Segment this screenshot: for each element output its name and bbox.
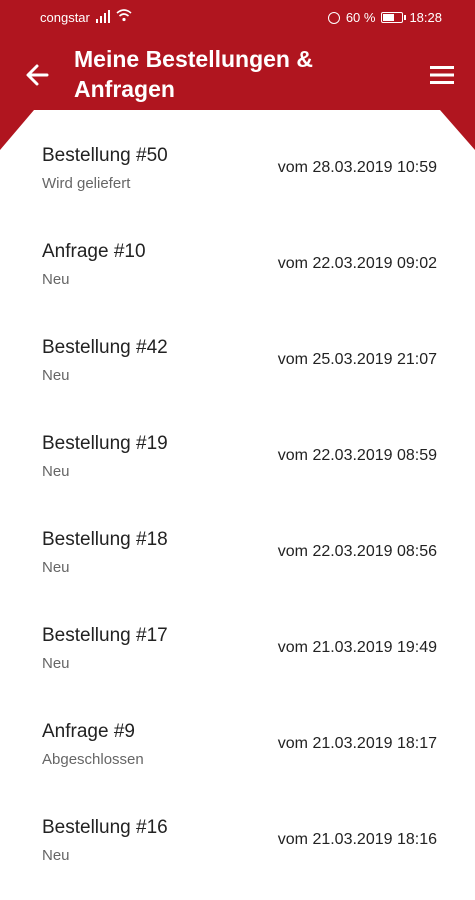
battery-percent: 60 %	[345, 10, 376, 25]
order-status: Wird geliefert	[42, 175, 131, 192]
list-item[interactable]: Bestellung #42 Neu vom 25.03.2019 21:07	[0, 302, 475, 398]
battery-icon	[381, 12, 407, 23]
list-item[interactable]: Anfrage #10 Neu vom 22.03.2019 09:02	[0, 206, 475, 302]
order-name: Bestellung #19	[42, 433, 168, 454]
carrier-label: congstar	[40, 10, 90, 25]
signal-icon	[96, 10, 110, 23]
order-date: vom 21.03.2019 18:16	[277, 831, 437, 848]
list-item[interactable]: Bestellung #50 Wird geliefert vom 28.03.…	[0, 110, 475, 206]
order-date: vom 21.03.2019 19:49	[277, 639, 437, 656]
order-date: vom 21.03.2019 18:17	[277, 735, 437, 752]
order-status: Neu	[42, 655, 70, 672]
order-status: Neu	[42, 847, 70, 864]
order-status: Neu	[42, 559, 70, 576]
status-bar: congstar 60 % 18:28	[0, 0, 475, 36]
list-item[interactable]: Bestellung #17 Neu vom 21.03.2019 19:49	[0, 590, 475, 686]
order-date: vom 25.03.2019 21:07	[277, 351, 437, 368]
order-name: Bestellung #42	[42, 337, 168, 358]
page-title: Meine Bestellungen & Anfragen	[74, 46, 313, 102]
list-item[interactable]: Bestellung #18 Neu vom 22.03.2019 08:56	[0, 494, 475, 590]
order-status: Neu	[42, 367, 70, 384]
order-name: Bestellung #18	[42, 529, 168, 550]
list-item[interactable]: Anfrage #9 Abgeschlossen vom 21.03.2019 …	[0, 686, 475, 782]
clock: 18:28	[409, 10, 442, 25]
order-name: Anfrage #9	[42, 721, 135, 742]
list-item[interactable]: Bestellung #16 Neu vom 21.03.2019 18:16	[0, 782, 475, 878]
order-name: Bestellung #17	[42, 625, 168, 646]
order-status: Neu	[42, 271, 70, 288]
order-date: vom 22.03.2019 08:59	[277, 447, 437, 464]
order-name: Bestellung #16	[42, 817, 168, 838]
order-name: Bestellung #50	[42, 145, 168, 166]
wifi-icon	[116, 9, 132, 22]
hamburger-menu-icon[interactable]	[428, 62, 456, 88]
order-date: vom 22.03.2019 08:56	[277, 543, 437, 560]
order-status: Abgeschlossen	[42, 751, 144, 768]
order-name: Anfrage #10	[42, 241, 146, 262]
orders-list: Bestellung #50 Wird geliefert vom 28.03.…	[0, 110, 475, 878]
order-status: Neu	[42, 463, 70, 480]
alarm-icon	[327, 11, 340, 24]
back-arrow-icon[interactable]	[22, 60, 52, 90]
list-item[interactable]: Bestellung #19 Neu vom 22.03.2019 08:59	[0, 398, 475, 494]
order-date: vom 28.03.2019 10:59	[277, 159, 437, 176]
order-date: vom 22.03.2019 09:02	[277, 255, 437, 272]
